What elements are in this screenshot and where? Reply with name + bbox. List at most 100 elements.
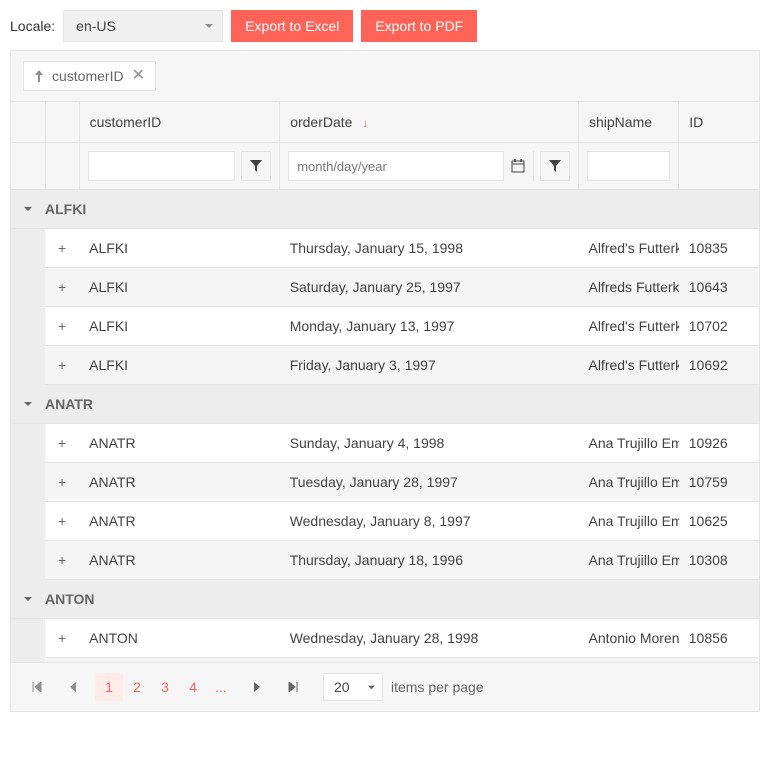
close-icon[interactable]: ✕ <box>132 68 145 84</box>
plus-icon: + <box>55 279 69 295</box>
expand-placeholder <box>11 268 45 307</box>
cell-customerID: ANATR <box>79 424 280 463</box>
next-page-icon <box>253 682 261 692</box>
page-size-value: 20 <box>334 679 350 695</box>
page-size-select[interactable]: 20 <box>323 673 383 701</box>
cell-shipName: Antonio Moreno Taquería <box>578 619 678 658</box>
cell-orderDate: Wednesday, January 28, 1998 <box>280 619 579 658</box>
group-chip-label: customerID <box>52 68 124 84</box>
toolbar: Locale: en-US Export to Excel Export to … <box>10 10 760 42</box>
pager-last[interactable] <box>279 673 307 701</box>
table-row: +ANATRThursday, January 18, 1996Ana Truj… <box>11 541 759 580</box>
locale-select[interactable]: en-US <box>63 10 223 42</box>
cell-orderDate: Saturday, January 25, 1997 <box>280 658 579 663</box>
filter-input-orderDate[interactable] <box>289 152 503 180</box>
cell-customerID: ANATR <box>79 463 280 502</box>
date-input-wrap <box>288 151 534 181</box>
caret-down-icon[interactable] <box>21 204 35 214</box>
cell-id: 10835 <box>679 229 759 268</box>
filter-row <box>11 143 759 190</box>
group-panel[interactable]: customerID ✕ <box>11 51 759 102</box>
cell-shipName: Alfred's Futterkiste <box>578 307 678 346</box>
first-page-icon <box>32 682 42 692</box>
expand-cell[interactable]: + <box>45 502 79 541</box>
locale-value: en-US <box>76 18 116 34</box>
group-row[interactable]: ALFKI <box>11 190 759 229</box>
expand-cell[interactable]: + <box>45 346 79 385</box>
calendar-icon <box>511 159 525 173</box>
plus-icon: + <box>55 630 69 646</box>
grid-body[interactable]: ALFKI+ALFKIThursday, January 15, 1998Alf… <box>11 190 759 662</box>
group-chip-customerID[interactable]: customerID ✕ <box>23 61 156 91</box>
filter-input-customerID[interactable] <box>88 151 236 181</box>
filter-cell-orderDate <box>280 143 579 190</box>
header-sub-col <box>45 102 79 143</box>
expand-placeholder <box>11 658 45 663</box>
cell-shipName: Ana Trujillo Emparedados <box>578 424 678 463</box>
expand-cell[interactable]: + <box>45 268 79 307</box>
data-grid: customerID ✕ customerID orderDate ↓ ship… <box>10 50 760 712</box>
table-row: +ANATRTuesday, January 28, 1997Ana Truji… <box>11 463 759 502</box>
cell-orderDate: Wednesday, January 8, 1997 <box>280 502 579 541</box>
group-key: ANATR <box>45 396 93 412</box>
export-pdf-button[interactable]: Export to PDF <box>361 10 477 42</box>
caret-down-icon <box>204 21 214 31</box>
expand-placeholder <box>11 346 45 385</box>
caret-down-icon[interactable] <box>21 594 35 604</box>
header-id[interactable]: ID <box>679 102 759 143</box>
body-table: ALFKI+ALFKIThursday, January 15, 1998Alf… <box>11 190 759 662</box>
cell-shipName: Ana Trujillo Emparedados <box>578 502 678 541</box>
expand-cell[interactable]: + <box>45 619 79 658</box>
plus-icon: + <box>55 435 69 451</box>
table-row: +ANTONSaturday, January 25, 1997Antonio … <box>11 658 759 663</box>
pager-next[interactable] <box>243 673 271 701</box>
filter-button-customerID[interactable] <box>241 151 271 181</box>
expand-cell[interactable]: + <box>45 307 79 346</box>
expand-placeholder <box>11 463 45 502</box>
last-page-icon <box>288 682 298 692</box>
header-orderDate[interactable]: orderDate ↓ <box>280 102 579 143</box>
cell-customerID: ALFKI <box>79 307 280 346</box>
cell-id: 10856 <box>679 619 759 658</box>
expand-cell[interactable]: + <box>45 658 79 663</box>
plus-icon: + <box>55 357 69 373</box>
expand-cell[interactable]: + <box>45 229 79 268</box>
group-key: ALFKI <box>45 201 86 217</box>
group-row[interactable]: ANTON <box>11 580 759 619</box>
expand-cell[interactable]: + <box>45 424 79 463</box>
table-row: +ALFKIFriday, January 3, 1997Alfred's Fu… <box>11 346 759 385</box>
cell-customerID: ALFKI <box>79 268 280 307</box>
group-row[interactable]: ANATR <box>11 385 759 424</box>
cell-orderDate: Saturday, January 25, 1997 <box>280 268 579 307</box>
pager-page-1[interactable]: 1 <box>95 673 123 701</box>
pager-page-4[interactable]: 4 <box>179 673 207 701</box>
filter-input-shipName[interactable] <box>587 151 670 181</box>
pager: 1234... 20 items per page <box>11 662 759 711</box>
pager-page-3[interactable]: 3 <box>151 673 179 701</box>
calendar-button[interactable] <box>503 151 533 181</box>
pager-page-2[interactable]: 2 <box>123 673 151 701</box>
locale-label: Locale: <box>10 18 55 34</box>
cell-orderDate: Friday, January 3, 1997 <box>280 346 579 385</box>
pager-first[interactable] <box>23 673 51 701</box>
cell-id: 10692 <box>679 346 759 385</box>
cell-customerID: ANATR <box>79 502 280 541</box>
expand-cell[interactable]: + <box>45 463 79 502</box>
expand-placeholder <box>11 307 45 346</box>
filter-cell-shipName <box>578 143 678 190</box>
cell-orderDate: Monday, January 13, 1997 <box>280 307 579 346</box>
pager-prev[interactable] <box>59 673 87 701</box>
cell-customerID: ANTON <box>79 658 280 663</box>
cell-customerID: ANTON <box>79 619 280 658</box>
expand-cell[interactable]: + <box>45 541 79 580</box>
export-excel-button[interactable]: Export to Excel <box>231 10 353 42</box>
cell-customerID: ANATR <box>79 541 280 580</box>
cell-orderDate: Thursday, January 15, 1998 <box>280 229 579 268</box>
pager-more: ... <box>207 673 235 701</box>
header-shipName[interactable]: shipName <box>578 102 678 143</box>
filter-button-orderDate[interactable] <box>540 151 570 181</box>
cell-orderDate: Tuesday, January 28, 1997 <box>280 463 579 502</box>
caret-down-icon[interactable] <box>21 399 35 409</box>
cell-id: 10643 <box>679 268 759 307</box>
header-customerID[interactable]: customerID <box>79 102 280 143</box>
